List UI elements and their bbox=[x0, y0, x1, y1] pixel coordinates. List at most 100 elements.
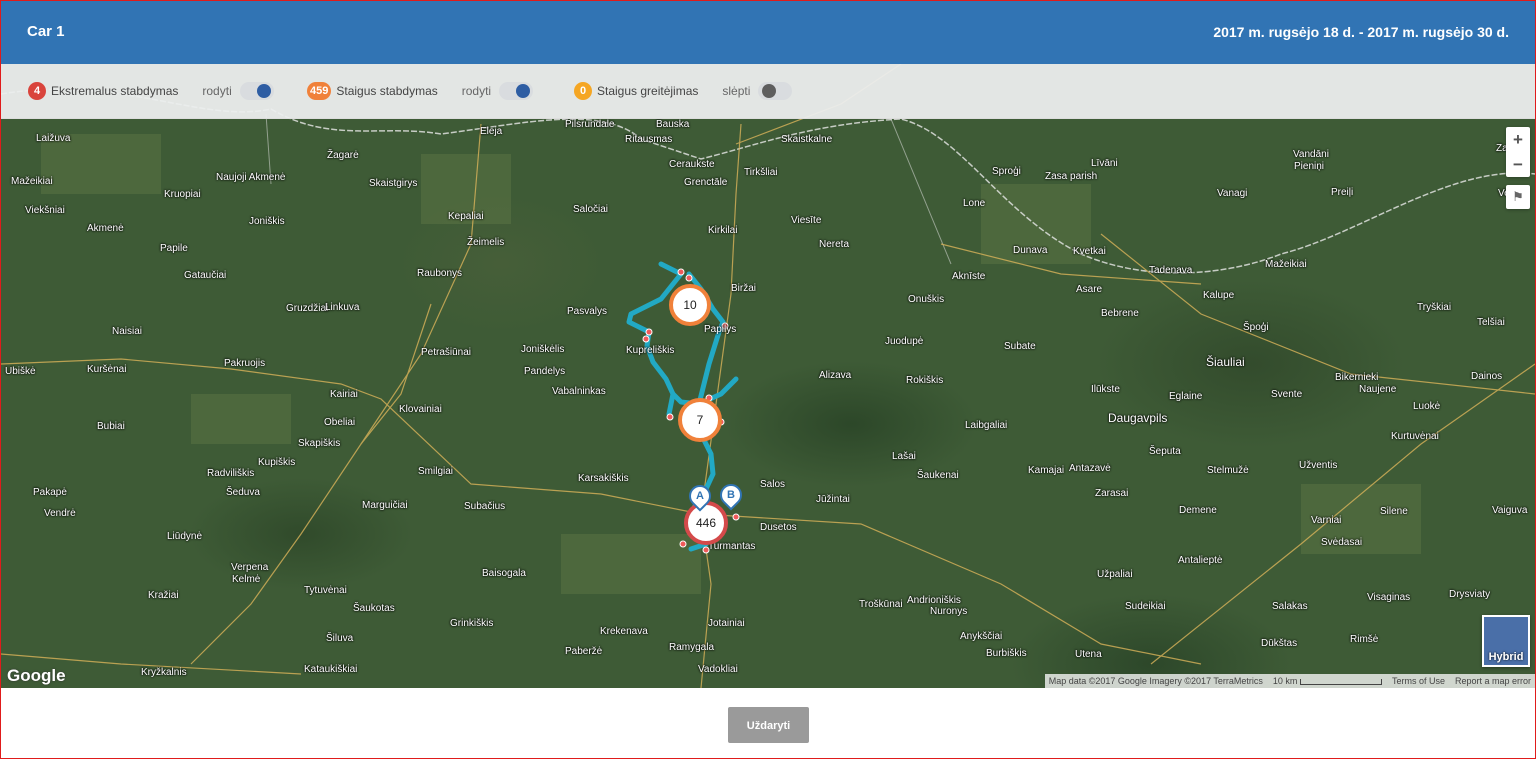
zoom-in-button[interactable]: + bbox=[1506, 127, 1530, 152]
place-label: Demene bbox=[1179, 505, 1217, 516]
place-label: Vadokliai bbox=[698, 664, 738, 675]
place-label: Karsakiškis bbox=[578, 473, 629, 484]
place-label: Papile bbox=[160, 243, 188, 254]
place-label: Telšiai bbox=[1477, 317, 1505, 328]
place-label: Mažeikiai bbox=[11, 176, 53, 187]
map-type-toggle[interactable]: Hybrid bbox=[1482, 615, 1530, 667]
close-button[interactable]: Uždaryti bbox=[728, 707, 809, 743]
place-label: Sudeikiai bbox=[1125, 601, 1166, 612]
place-label: Eleja bbox=[480, 126, 503, 137]
place-label: Pilsrundale bbox=[565, 119, 615, 130]
place-label: Smilgiai bbox=[418, 466, 454, 477]
place-label: Klovainiai bbox=[399, 404, 442, 415]
cluster-marker-1[interactable]: 10 bbox=[669, 284, 711, 326]
place-label: Kirkilai bbox=[708, 225, 738, 236]
extreme-braking-state: rodyti bbox=[202, 84, 232, 98]
filter-hard-acceleration: 0 Staigus greitėjimas slėpti bbox=[574, 81, 793, 101]
place-label: Zasa parish bbox=[1045, 171, 1098, 182]
place-label: Saločiai bbox=[573, 204, 609, 215]
place-label: Obeliai bbox=[324, 417, 356, 428]
place-label: Joniškėlis bbox=[521, 344, 565, 355]
place-label: Anykščiai bbox=[960, 631, 1003, 642]
place-label: Nuronys bbox=[930, 606, 968, 617]
place-label: Ramygala bbox=[669, 642, 715, 653]
hard-braking-label: Staigus stabdymas bbox=[336, 84, 438, 98]
place-label: Mažeikiai bbox=[1265, 259, 1307, 270]
place-label: Līvāni bbox=[1091, 158, 1118, 169]
place-label: Svente bbox=[1271, 389, 1303, 400]
extreme-braking-count: 4 bbox=[28, 82, 46, 100]
place-label: Naisiai bbox=[112, 326, 143, 337]
filter-hard-braking: 459 Staigus stabdymas rodyti bbox=[307, 81, 534, 101]
cluster-marker-3[interactable]: 446 bbox=[684, 501, 728, 545]
place-label: Vanagi bbox=[1217, 188, 1248, 199]
place-label: Šaukotas bbox=[353, 603, 395, 614]
place-label: Kvetkai bbox=[1073, 246, 1106, 257]
street-view-icon[interactable]: ⚑ bbox=[1506, 185, 1530, 209]
place-label: Stelmužė bbox=[1207, 465, 1249, 476]
zoom-out-button[interactable]: − bbox=[1506, 152, 1530, 177]
place-label: Subate bbox=[1004, 341, 1036, 352]
place-label: Alizava bbox=[819, 370, 852, 381]
place-label: Kražiai bbox=[148, 590, 179, 601]
place-label: Kuršėnai bbox=[87, 364, 127, 375]
place-label: Grinkiškis bbox=[450, 618, 494, 629]
place-label: Kruopiai bbox=[164, 189, 201, 200]
place-label: Žagarė bbox=[327, 150, 359, 161]
place-label: Tryškiai bbox=[1417, 302, 1452, 313]
place-label: Vaiguva bbox=[1492, 505, 1528, 516]
place-label: Juodupė bbox=[885, 336, 924, 347]
report-window: Car 1 2017 m. rugsėjo 18 d. - 2017 m. ru… bbox=[0, 0, 1536, 759]
place-label: Svėdasai bbox=[1321, 537, 1363, 548]
place-label: Dusetos bbox=[760, 522, 797, 533]
place-label: Žeimelis bbox=[467, 237, 505, 248]
place-label: Preiļi bbox=[1331, 187, 1354, 198]
place-label: Antazavė bbox=[1069, 463, 1111, 474]
place-label: Pakapė bbox=[33, 487, 67, 498]
place-label: Šiauliai bbox=[1206, 355, 1245, 369]
place-label: Šeduva bbox=[226, 487, 260, 498]
extreme-braking-toggle[interactable] bbox=[239, 82, 274, 100]
place-label: Visaginas bbox=[1367, 592, 1411, 603]
place-label: Jotainiai bbox=[708, 618, 745, 629]
place-label: Salakas bbox=[1272, 601, 1308, 612]
place-label: Antalieptė bbox=[1178, 555, 1223, 566]
place-label: Ubiškė bbox=[5, 366, 36, 377]
hard-braking-count: 459 bbox=[307, 82, 332, 100]
place-label: Grenctāle bbox=[684, 177, 728, 188]
place-label: Naujoji Akmenė bbox=[216, 172, 286, 183]
place-label: Papilys bbox=[704, 324, 737, 335]
place-label: Radviliškis bbox=[207, 468, 255, 479]
cluster-marker-2[interactable]: 7 bbox=[678, 398, 722, 442]
place-label: Pakruojis bbox=[224, 358, 266, 369]
place-label: Kupreliškis bbox=[626, 345, 675, 356]
hard-braking-toggle[interactable] bbox=[499, 82, 534, 100]
place-label: Kupiškis bbox=[258, 457, 296, 468]
place-label: Pasvalys bbox=[567, 306, 608, 317]
place-label: Kataukiškiai bbox=[304, 664, 358, 675]
place-label: Tirkšliai bbox=[744, 167, 778, 178]
filter-extreme-braking: 4 Ekstremalus stabdymas rodyti bbox=[28, 81, 274, 101]
place-label: Dūkštas bbox=[1261, 638, 1298, 649]
terms-link[interactable]: Terms of Use bbox=[1392, 674, 1445, 688]
report-link[interactable]: Report a map error bbox=[1455, 674, 1531, 688]
zoom-control: + − bbox=[1506, 127, 1530, 177]
place-label: Burbiškis bbox=[986, 648, 1027, 659]
place-label: Petrašiūnai bbox=[421, 347, 472, 358]
place-label: Užventis bbox=[1299, 460, 1338, 471]
place-label: Onuškis bbox=[908, 294, 945, 305]
place-label: Vandāni bbox=[1293, 149, 1329, 160]
place-label: Skaistgirys bbox=[369, 178, 418, 189]
start-marker-label: A bbox=[696, 490, 704, 502]
attribution-text: Map data ©2017 Google Imagery ©2017 Terr… bbox=[1048, 676, 1263, 686]
place-label: Luokė bbox=[1413, 401, 1441, 412]
place-label: Utena bbox=[1075, 649, 1102, 660]
place-label: Bubiai bbox=[97, 421, 125, 432]
hard-acceleration-toggle[interactable] bbox=[758, 82, 793, 100]
map-canvas[interactable]: Laižuva Mažeikiai Naujoji Akmenė Žagarė Skai… bbox=[1, 64, 1535, 688]
place-label: Skapiškis bbox=[298, 438, 341, 449]
place-label: Skaistkalne bbox=[781, 134, 833, 145]
place-label: Viekšniai bbox=[25, 205, 65, 216]
place-label: Tadenava bbox=[1149, 265, 1193, 276]
place-label: Sproģi bbox=[992, 166, 1021, 177]
